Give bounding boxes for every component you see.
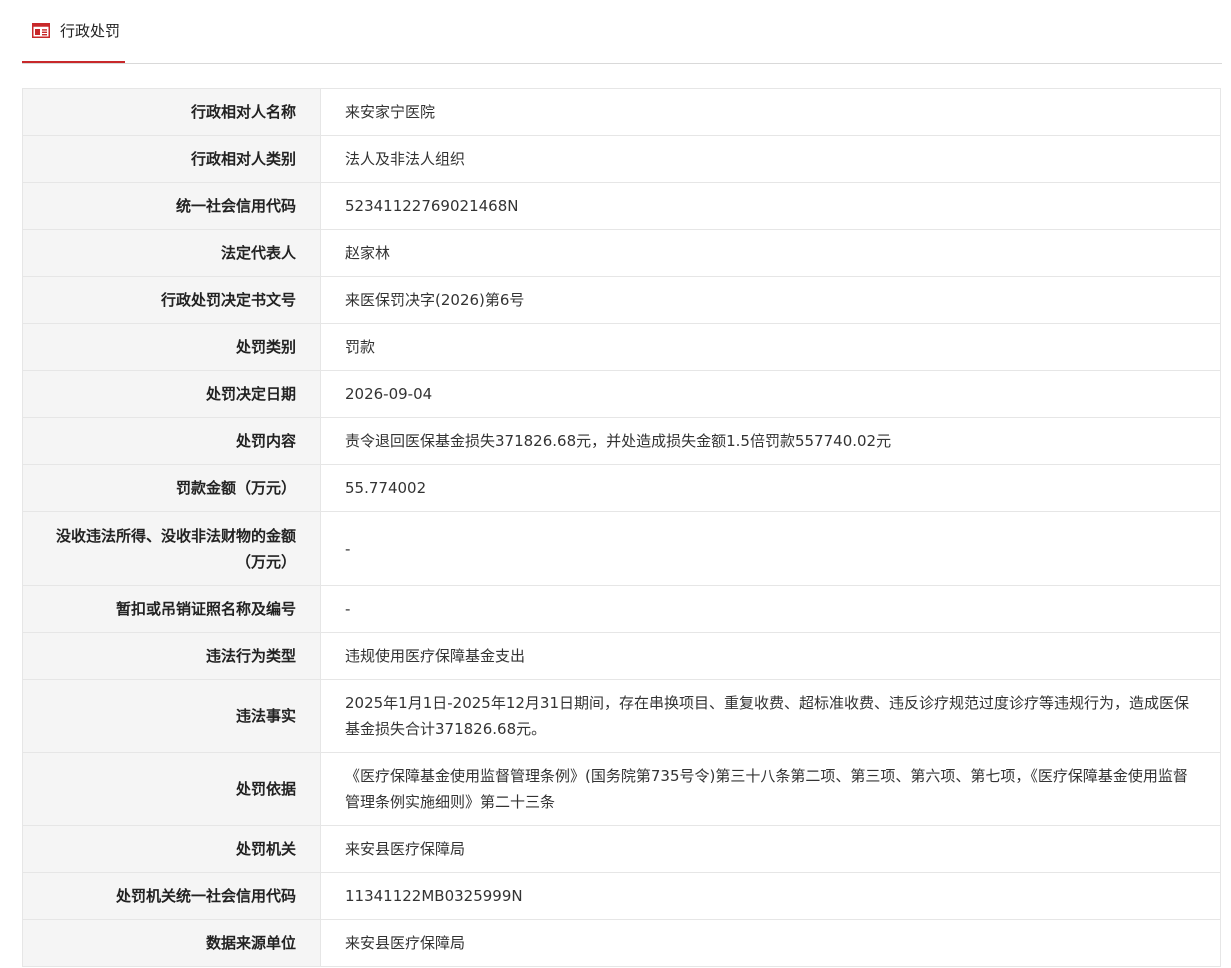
field-value: 55.774002 <box>320 464 1221 512</box>
field-label: 违法事实 <box>22 679 321 753</box>
field-label: 统一社会信用代码 <box>22 182 321 230</box>
field-label: 法定代表人 <box>22 229 321 277</box>
table-row: 处罚机关统一社会信用代码 11341122MB0325999N <box>22 872 1221 920</box>
field-value: - <box>320 511 1221 586</box>
page: 行政处罚 行政相对人名称 来安家宁医院 行政相对人类别 法人及非法人组织 统一社… <box>0 0 1231 968</box>
tab-bar: 行政处罚 <box>22 0 1222 64</box>
penalty-detail-table: 行政相对人名称 来安家宁医院 行政相对人类别 法人及非法人组织 统一社会信用代码… <box>22 88 1221 967</box>
table-row: 法定代表人 赵家林 <box>22 229 1221 277</box>
field-label: 暂扣或吊销证照名称及编号 <box>22 585 321 633</box>
field-value: 法人及非法人组织 <box>320 135 1221 183</box>
field-value: - <box>320 585 1221 633</box>
field-value: 责令退回医保基金损失371826.68元，并处造成损失金额1.5倍罚款55774… <box>320 417 1221 465</box>
field-label: 处罚决定日期 <box>22 370 321 418</box>
field-value: 来安县医疗保障局 <box>320 825 1221 873</box>
field-value: 来医保罚决字(2026)第6号 <box>320 276 1221 324</box>
field-value: 违规使用医疗保障基金支出 <box>320 632 1221 680</box>
field-label: 违法行为类型 <box>22 632 321 680</box>
table-row: 数据来源单位 来安县医疗保障局 <box>22 919 1221 967</box>
field-label: 罚款金额（万元） <box>22 464 321 512</box>
field-value: 来安家宁医院 <box>320 88 1221 136</box>
table-row: 没收违法所得、没收非法财物的金额（万元） - <box>22 511 1221 586</box>
field-label: 处罚依据 <box>22 752 321 826</box>
field-value: 52341122769021468N <box>320 182 1221 230</box>
field-label: 行政相对人名称 <box>22 88 321 136</box>
table-row: 行政相对人类别 法人及非法人组织 <box>22 135 1221 183</box>
field-value: 2025年1月1日-2025年12月31日期间，存在串换项目、重复收费、超标准收… <box>320 679 1221 753</box>
document-icon <box>32 23 50 38</box>
table-row: 处罚内容 责令退回医保基金损失371826.68元，并处造成损失金额1.5倍罚款… <box>22 417 1221 465</box>
field-label: 处罚内容 <box>22 417 321 465</box>
field-label: 数据来源单位 <box>22 919 321 967</box>
table-row: 行政处罚决定书文号 来医保罚决字(2026)第6号 <box>22 276 1221 324</box>
table-row: 处罚依据 《医疗保障基金使用监督管理条例》(国务院第735号令)第三十八条第二项… <box>22 752 1221 826</box>
field-value: 赵家林 <box>320 229 1221 277</box>
field-label: 没收违法所得、没收非法财物的金额（万元） <box>22 511 321 586</box>
table-row: 统一社会信用代码 52341122769021468N <box>22 182 1221 230</box>
field-value: 2026-09-04 <box>320 370 1221 418</box>
tab-administrative-penalty[interactable]: 行政处罚 <box>22 0 125 63</box>
table-row: 行政相对人名称 来安家宁医院 <box>22 88 1221 136</box>
field-label: 行政处罚决定书文号 <box>22 276 321 324</box>
field-value: 罚款 <box>320 323 1221 371</box>
table-row: 违法行为类型 违规使用医疗保障基金支出 <box>22 632 1221 680</box>
table-row: 处罚机关 来安县医疗保障局 <box>22 825 1221 873</box>
field-label: 处罚机关 <box>22 825 321 873</box>
field-label: 行政相对人类别 <box>22 135 321 183</box>
tab-label: 行政处罚 <box>60 22 121 40</box>
field-label: 处罚机关统一社会信用代码 <box>22 872 321 920</box>
field-value: 11341122MB0325999N <box>320 872 1221 920</box>
field-value: 来安县医疗保障局 <box>320 919 1221 967</box>
table-row: 暂扣或吊销证照名称及编号 - <box>22 585 1221 633</box>
field-label: 处罚类别 <box>22 323 321 371</box>
table-row: 处罚决定日期 2026-09-04 <box>22 370 1221 418</box>
field-value: 《医疗保障基金使用监督管理条例》(国务院第735号令)第三十八条第二项、第三项、… <box>320 752 1221 826</box>
table-row: 违法事实 2025年1月1日-2025年12月31日期间，存在串换项目、重复收费… <box>22 679 1221 753</box>
table-row: 罚款金额（万元） 55.774002 <box>22 464 1221 512</box>
table-row: 处罚类别 罚款 <box>22 323 1221 371</box>
